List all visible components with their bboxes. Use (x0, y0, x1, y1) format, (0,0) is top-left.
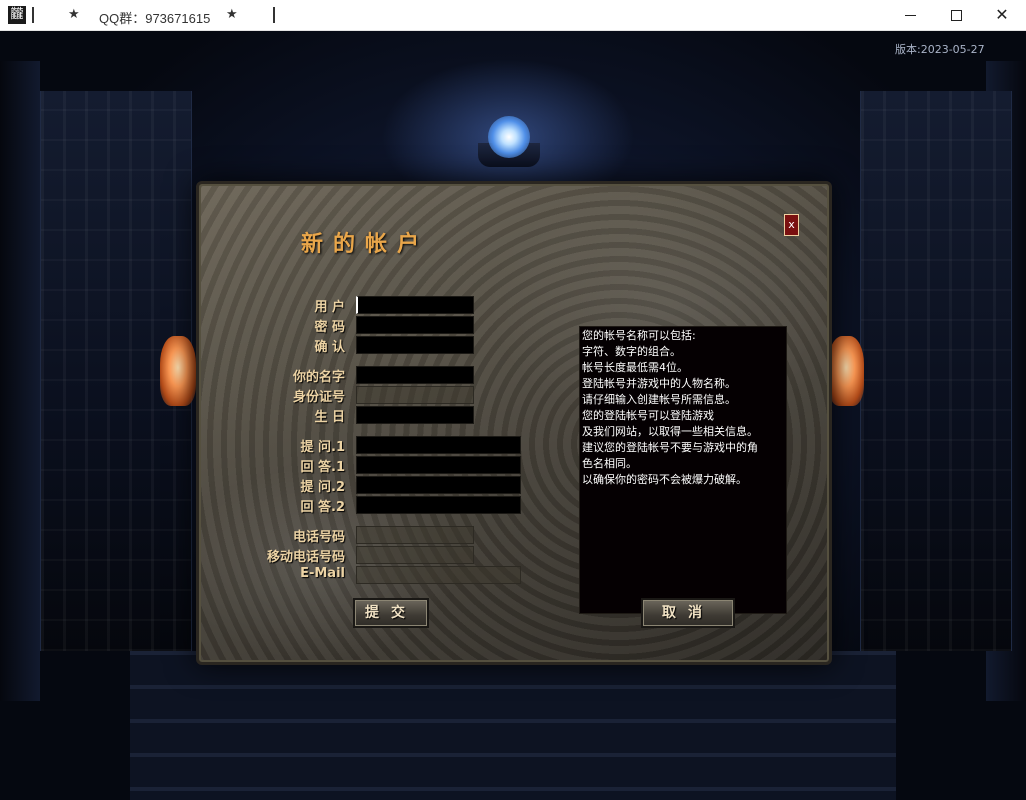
info-line: 您的登陆帐号可以登陆游戏 (582, 409, 714, 422)
dialog-title: 新的帐户 (301, 231, 430, 257)
confirm-password-input[interactable] (356, 336, 474, 354)
question2-input[interactable] (356, 476, 521, 494)
game-scene: 版本:2023-05-27 新的帐户 x 用 户 密 码 确 认 你的名字 身份… (0, 31, 1026, 800)
label-answer2: 回 答.2 (300, 500, 345, 515)
window-titlebar: 龖 ★ QQ群：973671615 ★ ✕ (0, 0, 1026, 31)
label-id-number: 身份证号 (292, 390, 345, 405)
question1-input[interactable] (356, 436, 521, 454)
label-birthday: 生 日 (314, 410, 345, 425)
torch-right (828, 336, 864, 406)
your-name-input[interactable] (356, 366, 474, 384)
label-confirm: 确 认 (314, 340, 345, 355)
info-line: 您的帐号名称可以包括: (582, 329, 696, 342)
birthday-input[interactable] (356, 406, 474, 424)
submit-button[interactable]: 提交 (353, 598, 429, 628)
info-line: 字符、数字的组合。 (582, 345, 681, 358)
label-email: E-Mail (300, 566, 345, 581)
answer2-input[interactable] (356, 496, 521, 514)
glowing-orb (488, 116, 530, 158)
account-info-box: 您的帐号名称可以包括: 字符、数字的组合。 帐号长度最低需4位。 登陆帐号并游戏… (579, 326, 787, 614)
info-line: 色名相同。 (582, 457, 637, 470)
label-your-name: 你的名字 (292, 370, 345, 385)
email-input[interactable] (356, 566, 521, 584)
background-wall-right (860, 91, 1012, 651)
label-username: 用 户 (314, 300, 345, 315)
label-question2: 提 问.2 (300, 480, 345, 495)
username-input[interactable] (356, 296, 474, 314)
label-answer1: 回 答.1 (300, 460, 345, 475)
star-icon: ★ (68, 7, 80, 22)
info-line: 以确保你的密码不会被爆力破解。 (582, 473, 747, 486)
info-line: 帐号长度最低需4位。 (582, 361, 688, 374)
info-line: 请仔细输入创建帐号所需信息。 (582, 393, 736, 406)
dialog-close-button[interactable]: x (784, 214, 799, 236)
new-account-dialog: 新的帐户 x 用 户 密 码 确 认 你的名字 身份证号 生 日 提 问.1 回… (196, 181, 832, 665)
info-line: 登陆帐号并游戏中的人物名称。 (582, 377, 736, 390)
torch-left (160, 336, 196, 406)
version-label: 版本:2023-05-27 (895, 43, 985, 56)
close-window-button[interactable]: ✕ (979, 0, 1025, 30)
phone-input[interactable] (356, 526, 474, 544)
titlebar-separator (273, 7, 275, 23)
app-icon: 龖 (8, 6, 26, 24)
mobile-input[interactable] (356, 546, 474, 564)
id-number-input[interactable] (356, 386, 474, 404)
answer1-input[interactable] (356, 456, 521, 474)
titlebar-separator (32, 7, 34, 23)
minimize-button[interactable] (887, 0, 933, 30)
info-line: 建议您的登陆帐号不要与游戏中的角 (582, 441, 758, 454)
label-question1: 提 问.1 (300, 440, 345, 455)
window-title: QQ群：973671615 (99, 11, 211, 26)
label-password: 密 码 (314, 320, 345, 335)
password-input[interactable] (356, 316, 474, 334)
label-mobile: 移动电话号码 (266, 550, 345, 565)
label-phone: 电话号码 (292, 530, 345, 545)
cancel-button[interactable]: 取消 (641, 598, 735, 628)
background-pillar (0, 61, 40, 701)
info-line: 及我们网站，以取得一些相关信息。 (582, 425, 758, 438)
star-icon: ★ (226, 7, 238, 22)
maximize-button[interactable] (933, 0, 979, 30)
stone-steps (130, 651, 896, 800)
